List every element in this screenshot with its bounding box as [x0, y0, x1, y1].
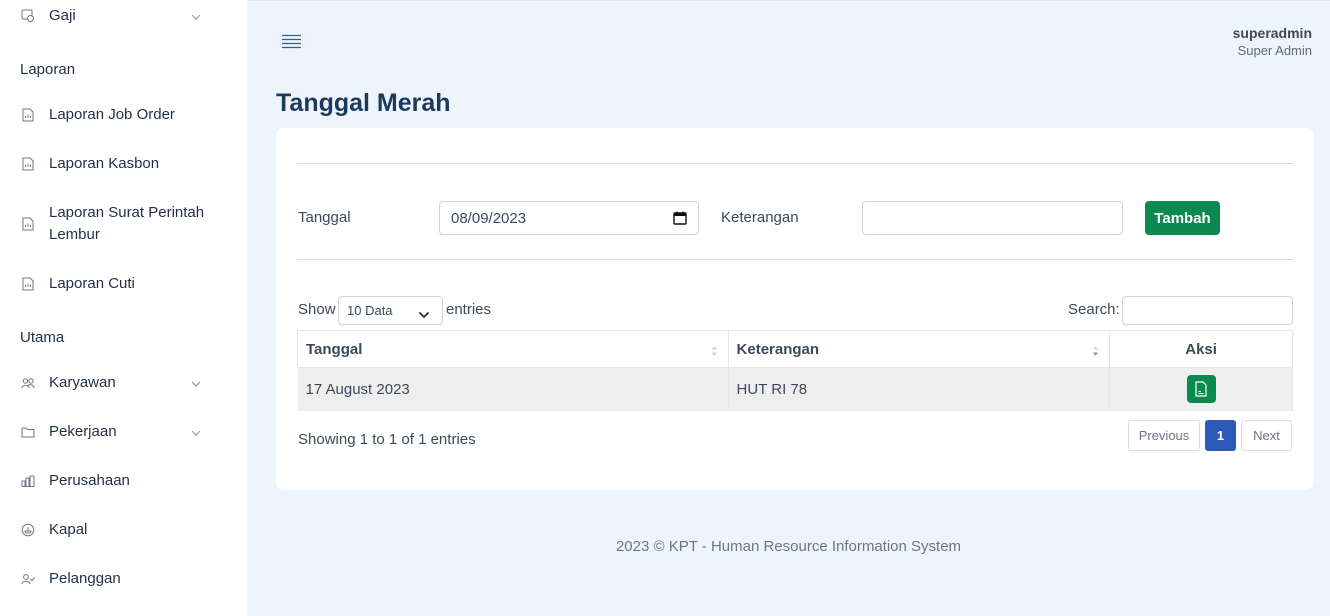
sidebar-item-laporan-lembur[interactable]: Laporan Surat Perintah Lembur [0, 202, 247, 246]
cell-keterangan: HUT RI 78 [728, 367, 1111, 411]
menu-toggle-icon[interactable] [282, 34, 301, 50]
sidebar-item-label: Kapal [49, 521, 88, 538]
sidebar-item-laporan-kasbon[interactable]: Laporan Kasbon [0, 153, 247, 175]
column-header-aksi: Aksi [1109, 330, 1293, 368]
page-1-button[interactable]: 1 [1205, 420, 1236, 451]
divider [297, 163, 1293, 164]
sidebar-item-perusahaan[interactable]: Perusahaan [0, 470, 247, 492]
report-icon [20, 276, 36, 292]
column-header-label: Keterangan [736, 340, 820, 358]
divider [297, 259, 1293, 260]
chevron-down-icon [190, 10, 202, 22]
sidebar-item-label: Perusahaan [49, 472, 130, 489]
date-value: 08/09/2023 [451, 209, 527, 227]
sidebar-section-laporan: Laporan [20, 61, 76, 78]
file-action-button[interactable] [1186, 375, 1216, 404]
sidebar-item-laporan-job-order[interactable]: Laporan Job Order [0, 104, 247, 126]
report-icon [20, 156, 36, 172]
main-content: superadmin Super Admin Tanggal Merah Tan… [247, 0, 1330, 616]
folder-icon [20, 424, 36, 440]
sort-icon [711, 344, 718, 356]
add-button[interactable]: Tambah [1145, 201, 1220, 235]
sidebar-item-karyawan[interactable]: Karyawan [0, 372, 247, 394]
calendar-icon[interactable] [673, 211, 687, 225]
column-header-label: Tanggal [306, 340, 363, 358]
show-label: Show [298, 301, 336, 318]
date-label: Tanggal [298, 209, 351, 226]
column-header-keterangan[interactable]: Keterangan [727, 330, 1111, 368]
table-row: 17 August 2023 HUT RI 78 [297, 367, 1293, 411]
cell-tanggal: 17 August 2023 [297, 367, 729, 411]
entries-select-value: 10 Data [347, 303, 393, 318]
sidebar-item-label: Pelanggan [49, 570, 121, 587]
footer: 2023 © KPT - Human Resource Information … [615, 538, 962, 555]
chevron-down-icon [190, 426, 202, 438]
chevron-down-icon [190, 377, 202, 389]
column-header-tanggal[interactable]: Tanggal [297, 330, 729, 368]
sidebar-item-label: Laporan Job Order [49, 106, 175, 123]
sidebar-section-utama: Utama [20, 329, 65, 346]
cell-aksi [1109, 367, 1293, 411]
note-field[interactable] [862, 201, 1123, 235]
report-icon [20, 216, 36, 232]
user-name[interactable]: superadmin [1233, 25, 1312, 41]
previous-page-button[interactable]: Previous [1128, 420, 1200, 451]
pagination-info: Showing 1 to 1 of 1 entries [298, 431, 476, 448]
holiday-table: Tanggal Keterangan Aksi 17 August 2023 H… [297, 330, 1293, 411]
sidebar-item-pekerjaan[interactable]: Pekerjaan [0, 421, 247, 443]
sidebar-item-label: Laporan Surat Perintah Lembur [49, 204, 205, 243]
date-field[interactable]: 08/09/2023 [439, 201, 699, 235]
sort-icon [1092, 344, 1099, 356]
sidebar-item-pelanggan[interactable]: Pelanggan [0, 568, 247, 590]
sidebar-item-label: Laporan Cuti [49, 275, 135, 292]
content-card: Tanggal 08/09/2023 Keterangan Tambah Sho… [276, 128, 1314, 490]
sidebar-item-laporan-cuti[interactable]: Laporan Cuti [0, 273, 247, 295]
report-icon [20, 107, 36, 123]
customer-icon [20, 571, 36, 587]
sidebar: Gaji Laporan Laporan Job Order Laporan K… [0, 0, 247, 616]
file-icon [1195, 381, 1207, 397]
next-page-button[interactable]: Next [1241, 420, 1292, 451]
building-icon [20, 473, 36, 489]
sidebar-item-label: Laporan Kasbon [49, 155, 160, 172]
payroll-icon [20, 8, 36, 24]
note-label: Keterangan [721, 209, 799, 226]
ship-icon [20, 522, 36, 538]
table-header-row: Tanggal Keterangan Aksi [297, 330, 1293, 368]
user-role: Super Admin [1237, 43, 1312, 58]
search-label: Search: [1068, 301, 1120, 318]
chevron-down-icon [418, 307, 430, 319]
page-title: Tanggal Merah [276, 89, 451, 117]
sidebar-item-kapal[interactable]: Kapal [0, 519, 247, 541]
search-input[interactable] [1122, 296, 1293, 325]
sidebar-item-gaji[interactable]: Gaji [0, 5, 247, 27]
users-icon [20, 375, 36, 391]
entries-label: entries [446, 301, 492, 318]
entries-select[interactable]: 10 Data [338, 296, 443, 325]
